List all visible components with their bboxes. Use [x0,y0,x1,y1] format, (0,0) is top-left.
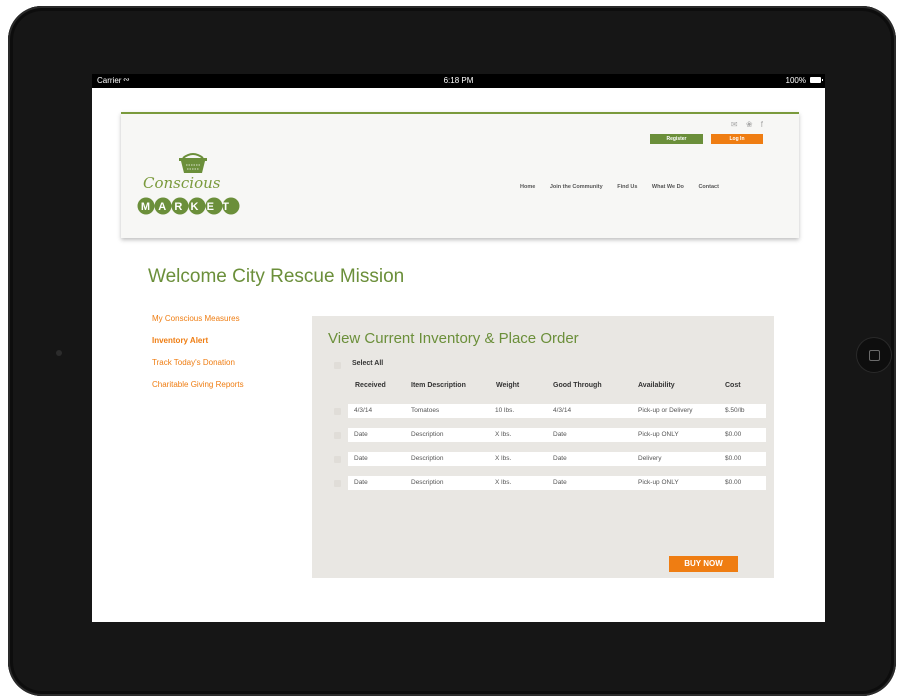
home-button[interactable] [857,338,891,372]
buy-now-button[interactable]: BUY NOW [669,556,738,572]
cell-description: Description [411,455,444,462]
screen: Carrier ∾ 6:18 PM 100% ✉ ❀ f Register Lo… [92,74,825,622]
cell-cost: $0.00 [725,455,742,462]
sidebar-item-conscious-measures[interactable]: My Conscious Measures [152,314,244,323]
cell-weight: X lbs. [495,455,512,462]
nav-join-community[interactable]: Join the Community [550,184,603,190]
cell-good-through: Date [553,455,567,462]
cell-availability: Pick-up ONLY [638,431,679,438]
cell-availability: Pick-up or Delivery [638,407,693,414]
column-header-availability: Availability [638,382,675,389]
sidebar-item-giving-reports[interactable]: Charitable Giving Reports [152,380,244,389]
battery-percent: 100% [785,76,806,85]
column-header-received: Received [355,382,386,389]
conscious-market-logo[interactable]: Conscious MARKET [137,152,257,230]
mail-icon[interactable]: ✉ [731,120,738,129]
row-checkbox[interactable] [334,456,341,463]
login-button[interactable]: Log In [711,134,763,144]
row-checkbox[interactable] [334,480,341,487]
cell-received: Date [354,455,368,462]
cell-received: Date [354,431,368,438]
nav-find-us[interactable]: Find Us [617,184,637,190]
cell-weight: 10 lbs. [495,407,515,414]
main-nav: Home Join the Community Find Us What We … [520,184,732,190]
cell-cost: $.50/lb [725,407,745,414]
cell-cost: $0.00 [725,431,742,438]
logo-script: Conscious [143,174,221,192]
column-header-cost: Cost [725,382,741,389]
inventory-panel: View Current Inventory & Place Order Sel… [312,316,774,578]
row-checkbox[interactable] [334,408,341,415]
camera-icon [56,350,62,356]
table-row[interactable]: Date Description X lbs. Date Pick-up ONL… [348,476,766,490]
cell-weight: X lbs. [495,431,512,438]
logo-market-text: MARKET [141,201,237,213]
table-row[interactable]: Date Description X lbs. Date Pick-up ONL… [348,428,766,442]
status-time: 6:18 PM [443,76,474,85]
register-button[interactable]: Register [650,134,703,144]
nav-contact[interactable]: Contact [698,184,718,190]
select-all-checkbox[interactable] [334,362,341,369]
cell-description: Tomatoes [411,407,440,414]
basket-icon [179,153,207,173]
nav-home[interactable]: Home [520,184,535,190]
status-bar: Carrier ∾ 6:18 PM 100% [92,74,825,88]
sidebar-item-inventory-alert[interactable]: Inventory Alert [152,336,244,345]
table-row[interactable]: Date Description X lbs. Date Delivery $0… [348,452,766,466]
cell-good-through: Date [553,479,567,486]
twitter-icon[interactable]: ❀ [746,120,753,129]
cell-availability: Pick-up ONLY [638,479,679,486]
nav-what-we-do[interactable]: What We Do [652,184,684,190]
sidebar-nav: My Conscious Measures Inventory Alert Tr… [152,314,244,402]
cell-description: Description [411,479,444,486]
cell-description: Description [411,431,444,438]
cell-good-through: Date [553,431,567,438]
cell-weight: X lbs. [495,479,512,486]
column-header-description: Item Description [411,382,466,389]
sidebar-item-track-donation[interactable]: Track Today's Donation [152,358,244,367]
select-all-label: Select All [352,360,384,367]
table-row[interactable]: 4/3/14 Tomatoes 10 lbs. 4/3/14 Pick-up o… [348,404,766,418]
site-header: ✉ ❀ f Register Log In Conscious MARKET H… [121,112,799,238]
cell-received: Date [354,479,368,486]
inventory-title: View Current Inventory & Place Order [328,330,579,347]
page-title: Welcome City Rescue Mission [148,266,405,287]
cell-good-through: 4/3/14 [553,407,572,414]
facebook-icon[interactable]: f [761,120,763,129]
cell-cost: $0.00 [725,479,742,486]
row-checkbox[interactable] [334,432,341,439]
cell-availability: Delivery [638,455,662,462]
column-header-good-through: Good Through [553,382,602,389]
logo-market-badges: MARKET [137,197,240,215]
cell-received: 4/3/14 [354,407,373,414]
home-square-icon [869,350,880,361]
column-header-weight: Weight [496,382,520,389]
battery-icon [810,77,823,83]
social-links: ✉ ❀ f [725,120,763,129]
